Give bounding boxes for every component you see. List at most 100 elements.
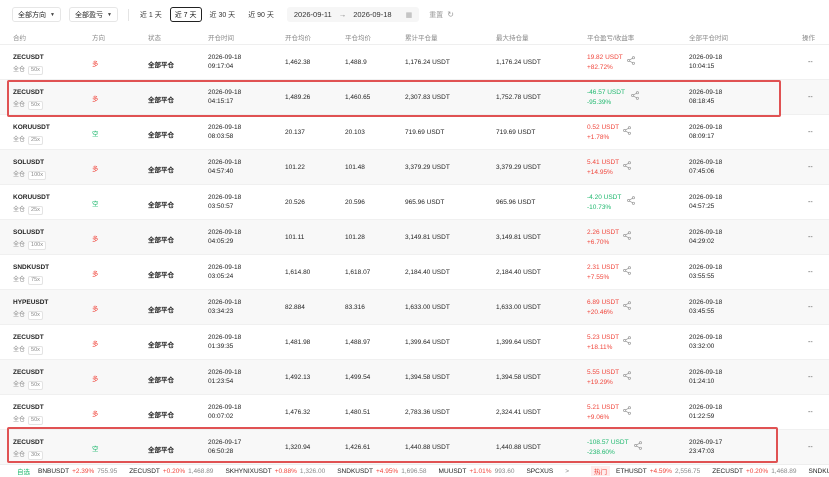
range-tab-90d[interactable]: 近 90 天 bbox=[243, 7, 279, 22]
range-tab-1d[interactable]: 近 1 天 bbox=[135, 7, 167, 22]
max-position: 1,633.00 USDT bbox=[496, 304, 541, 311]
share-icon[interactable] bbox=[623, 161, 632, 170]
row-actions[interactable]: -- bbox=[808, 409, 813, 416]
status-label: 全部平仓 bbox=[148, 97, 174, 104]
table-row[interactable]: KORUUSDT 全仓 25x 空 全部平仓 2026-09-18 03:50:57 20.5… bbox=[0, 185, 829, 220]
ticker-next-button[interactable]: > bbox=[565, 468, 569, 475]
pnl-amount: 5.21 USDT bbox=[587, 404, 620, 411]
ticker-item[interactable]: BNBUSDT +2.39% 755.95 bbox=[38, 468, 117, 475]
close-time: 01:22:59 bbox=[689, 413, 715, 420]
share-icon[interactable] bbox=[627, 196, 635, 205]
row-actions[interactable]: -- bbox=[808, 129, 813, 136]
max-position: 965.96 USDT bbox=[496, 199, 536, 206]
pnl-amount: 5.41 USDT bbox=[587, 159, 620, 166]
ticker-item[interactable]: ZECUSDT +0.20% 1,468.89 bbox=[129, 468, 213, 475]
direction-label: 多 bbox=[92, 341, 99, 348]
table-row[interactable]: SNDKUSDT 全仓 75x 多 全部平仓 2026-09-18 03:05:24 1,61… bbox=[0, 255, 829, 290]
ticker-item[interactable]: SNDKUSDT+4.95%1,696.58 bbox=[337, 468, 426, 475]
pnl-amount: 5.23 USDT bbox=[587, 334, 620, 341]
range-tab-7d[interactable]: 近 7 天 bbox=[169, 7, 202, 22]
close-date: 2026-09-18 bbox=[689, 299, 723, 306]
table-row[interactable]: ZECUSDT 全仓 50x 多 全部平仓 2026-09-18 01:23:54 1,492… bbox=[0, 360, 829, 395]
open-price: 1,489.26 bbox=[285, 94, 311, 101]
pnl-amount: 2.31 USDT bbox=[587, 264, 620, 271]
open-price: 1,462.38 bbox=[285, 59, 311, 66]
closed-qty: 1,399.64 USDT bbox=[405, 339, 450, 346]
share-icon[interactable] bbox=[623, 126, 632, 135]
close-time: 03:45:55 bbox=[689, 308, 715, 315]
ticker-item[interactable]: MUUSDT +1.01% 993.60 bbox=[439, 468, 515, 475]
share-icon[interactable] bbox=[623, 371, 632, 380]
row-actions[interactable]: -- bbox=[808, 94, 813, 101]
table-row[interactable]: ZECUSDT 全仓 50x 多 全部平仓 2026-09-18 04:15:17 1,489… bbox=[0, 80, 829, 115]
row-actions[interactable]: -- bbox=[808, 199, 813, 206]
share-icon[interactable] bbox=[623, 231, 632, 240]
table-row[interactable]: ZECUSDT 全仓 50x 多 全部平仓 2026-09-18 01:39:35 1,481… bbox=[0, 325, 829, 360]
row-actions[interactable]: -- bbox=[808, 444, 813, 451]
share-icon[interactable] bbox=[623, 406, 632, 415]
table-row[interactable]: ZECUSDT 全仓 50x 多 全部平仓 2026-09-18 00:07:02 1,476… bbox=[0, 395, 829, 430]
share-icon[interactable] bbox=[627, 56, 635, 65]
ticker-item[interactable]: SPCXUS bbox=[526, 468, 553, 475]
ticker-price: 755.95 bbox=[97, 467, 118, 475]
table-row[interactable]: HYPEUSDT 全仓 50x 多 全部平仓 2026-09-18 03:34:23 82.8… bbox=[0, 290, 829, 325]
close-price: 20.596 bbox=[345, 199, 365, 206]
contract-symbol: ZECUSDT bbox=[13, 54, 44, 61]
open-price: 101.22 bbox=[285, 164, 305, 171]
margin-mode: 全仓 50x bbox=[13, 99, 43, 110]
contract-symbol: ZECUSDT bbox=[13, 439, 44, 446]
pnl-amount: 6.89 USDT bbox=[587, 299, 620, 306]
ticker-item[interactable]: ETHUSDT +4.59% 2,556.75 bbox=[616, 468, 700, 475]
row-actions[interactable]: -- bbox=[808, 269, 813, 276]
hot-tag[interactable]: 热门 bbox=[591, 466, 610, 476]
max-position: 1,752.78 USDT bbox=[496, 94, 541, 101]
ticker-item[interactable]: ZECUSDT +0.20% 1,468.89 bbox=[712, 468, 796, 475]
share-icon[interactable] bbox=[623, 301, 632, 310]
open-price: 1,481.98 bbox=[285, 339, 311, 346]
share-icon[interactable] bbox=[630, 91, 639, 100]
table-row[interactable]: ZECUSDT 全仓 30x 空 全部平仓 2026-09-17 06:50:28 1,320… bbox=[0, 430, 829, 465]
calendar-icon: ▦ bbox=[405, 11, 413, 19]
share-icon[interactable] bbox=[634, 441, 643, 450]
direction-label: 多 bbox=[92, 271, 99, 278]
contract-symbol: ZECUSDT bbox=[13, 334, 44, 341]
table-row[interactable]: ZECUSDT 全仓 50x 多 全部平仓 2026-09-18 09:17:04 1,462… bbox=[0, 45, 829, 80]
ticker-change: +4.95% bbox=[375, 467, 399, 475]
row-actions[interactable]: -- bbox=[808, 234, 813, 241]
close-time: 07:45:06 bbox=[689, 168, 715, 175]
watchlist-tag[interactable]: 自选 bbox=[17, 466, 30, 476]
leverage-badge: 75x bbox=[28, 276, 43, 285]
contract-symbol: ZECUSDT bbox=[13, 89, 44, 96]
status-label: 全部平仓 bbox=[148, 272, 174, 279]
share-icon[interactable] bbox=[623, 336, 632, 345]
open-date: 2026-09-18 bbox=[208, 89, 242, 96]
max-position: 1,399.64 USDT bbox=[496, 339, 541, 346]
row-actions[interactable]: -- bbox=[808, 304, 813, 311]
leverage-badge: 25x bbox=[28, 206, 43, 215]
range-tab-30d[interactable]: 近 30 天 bbox=[205, 7, 241, 22]
table-row[interactable]: SOLUSDT 全仓 100x 多 全部平仓 2026-09-18 04:57:40 101.… bbox=[0, 150, 829, 185]
table-row[interactable]: SOLUSDT 全仓 100x 多 全部平仓 2026-09-18 04:05:29 101.… bbox=[0, 220, 829, 255]
ticker-change: +4.59% bbox=[649, 467, 672, 475]
date-range-picker[interactable]: 2026-09-11 → 2026-09-18 ▦ bbox=[286, 7, 420, 22]
share-icon[interactable] bbox=[623, 266, 632, 275]
pnl-filter-dropdown[interactable]: 全部盈亏 ▼ bbox=[68, 7, 118, 22]
ticker-item[interactable]: SNDKUSDT+4.95%1,696.58 bbox=[809, 468, 829, 475]
row-actions[interactable]: -- bbox=[808, 59, 813, 66]
row-actions[interactable]: -- bbox=[808, 339, 813, 346]
open-time: 03:05:24 bbox=[208, 273, 234, 280]
table-row[interactable]: KORUUSDT 全仓 25x 空 全部平仓 2026-09-18 08:03:58 20.1… bbox=[0, 115, 829, 150]
leverage-badge: 50x bbox=[28, 101, 43, 110]
max-position: 3,379.29 USDT bbox=[496, 164, 541, 171]
close-time: 10:04:15 bbox=[689, 63, 715, 70]
direction-filter-dropdown[interactable]: 全部方向 ▼ bbox=[12, 7, 61, 22]
reset-button[interactable]: 重置 ↻ bbox=[429, 10, 454, 20]
row-actions[interactable]: -- bbox=[808, 374, 813, 381]
margin-mode: 全仓 100x bbox=[13, 169, 46, 180]
pnl-filter-label: 全部盈亏 bbox=[74, 11, 103, 19]
ticker-item[interactable]: SKHYNIXUSDT +0.88% 1,326.00 bbox=[225, 468, 325, 475]
direction-label: 多 bbox=[92, 61, 99, 68]
direction-label: 多 bbox=[92, 411, 99, 418]
row-actions[interactable]: -- bbox=[808, 164, 813, 171]
leverage-badge: 30x bbox=[28, 451, 43, 460]
